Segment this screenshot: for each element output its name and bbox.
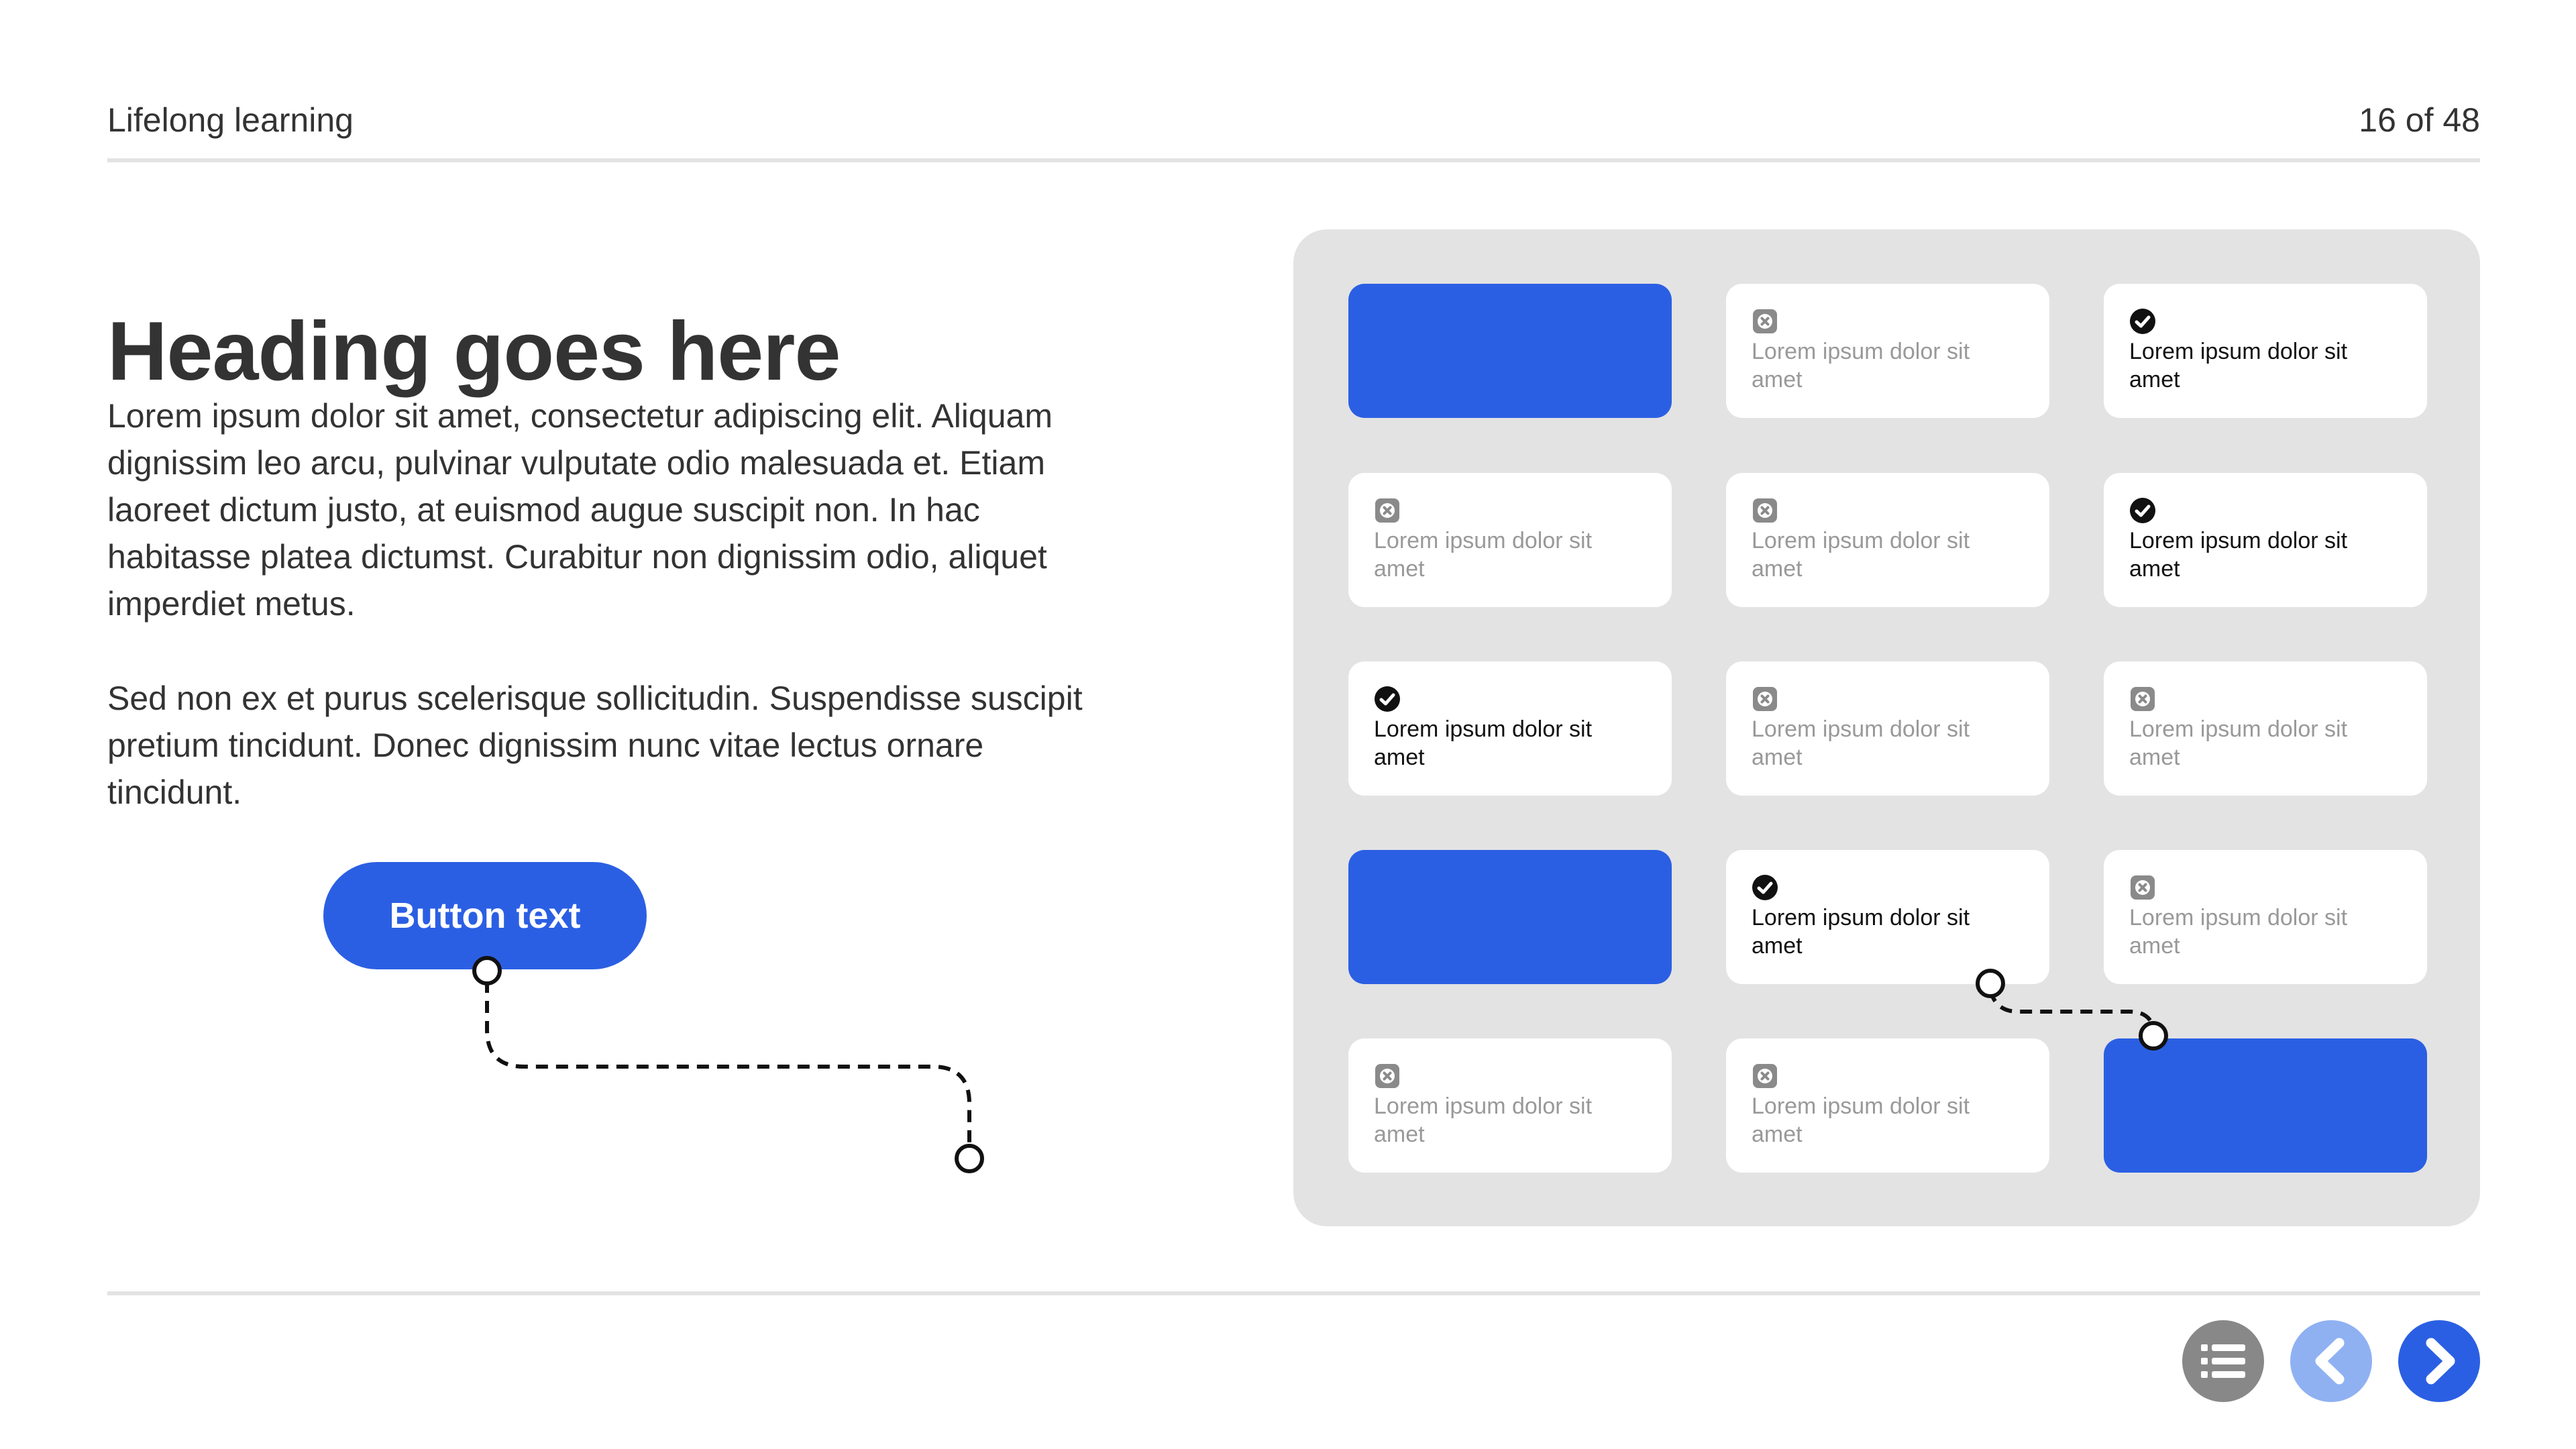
drop-target-tile[interactable] — [1348, 850, 1672, 984]
option-tile[interactable]: Lorem ipsum dolor sit amet — [2104, 473, 2427, 607]
check-circle-icon — [1374, 686, 1401, 712]
header-divider — [107, 158, 2480, 162]
chevron-right-icon — [2426, 1338, 2455, 1385]
check-circle-icon — [1752, 874, 1778, 901]
tile-label: Lorem ipsum dolor sit amet — [1752, 339, 1970, 392]
option-tile[interactable]: Lorem ipsum dolor sit amet — [2104, 661, 2427, 796]
option-tile[interactable]: Lorem ipsum dolor sit amet — [1348, 473, 1672, 607]
check-circle-icon — [2129, 308, 2156, 335]
option-tile[interactable]: Lorem ipsum dolor sit amet — [1726, 1038, 2049, 1173]
close-box-icon — [1374, 497, 1401, 524]
body-paragraph-2: Sed non ex et purus scelerisque sollicit… — [107, 680, 1083, 811]
footer-divider — [107, 1291, 2480, 1295]
close-box-icon — [1752, 1063, 1778, 1089]
close-box-icon — [2129, 874, 2156, 901]
tile-label: Lorem ipsum dolor sit amet — [1752, 1093, 1970, 1147]
tile-label: Lorem ipsum dolor sit amet — [2129, 905, 2348, 959]
page-heading: Heading goes here — [107, 305, 841, 398]
option-tile[interactable]: Lorem ipsum dolor sit amet — [1726, 473, 2049, 607]
primary-button[interactable]: Button text — [323, 862, 647, 969]
drop-target-tile[interactable] — [1348, 284, 1672, 418]
option-tile[interactable]: Lorem ipsum dolor sit amet — [2104, 284, 2427, 418]
check-circle-icon — [2129, 497, 2156, 524]
option-tile[interactable]: Lorem ipsum dolor sit amet — [1348, 1038, 1672, 1173]
menu-button[interactable] — [2182, 1320, 2264, 1402]
close-box-icon — [2129, 686, 2156, 712]
page-counter: 16 of 48 — [2359, 101, 2480, 139]
option-tile[interactable]: Lorem ipsum dolor sit amet — [2104, 850, 2427, 984]
chevron-left-icon — [2315, 1338, 2345, 1385]
tile-label: Lorem ipsum dolor sit amet — [1752, 528, 1970, 582]
tile-label: Lorem ipsum dolor sit amet — [1374, 716, 1593, 770]
close-box-icon — [1752, 686, 1778, 712]
connector-handle-end[interactable] — [955, 1144, 984, 1173]
tile-label: Lorem ipsum dolor sit amet — [2129, 528, 2348, 582]
close-box-icon — [1752, 497, 1778, 524]
option-tile[interactable]: Lorem ipsum dolor sit amet — [1726, 661, 2049, 796]
tile-label: Lorem ipsum dolor sit amet — [1752, 905, 1970, 959]
tile-label: Lorem ipsum dolor sit amet — [1752, 716, 1970, 770]
list-icon — [2201, 1344, 2245, 1378]
close-box-icon — [1374, 1063, 1401, 1089]
next-button[interactable] — [2398, 1320, 2480, 1402]
tile-label: Lorem ipsum dolor sit amet — [2129, 339, 2348, 392]
tile-label: Lorem ipsum dolor sit amet — [1374, 528, 1593, 582]
course-title: Lifelong learning — [107, 101, 354, 139]
previous-button[interactable] — [2290, 1320, 2372, 1402]
tile-label: Lorem ipsum dolor sit amet — [1374, 1093, 1593, 1147]
tile-label: Lorem ipsum dolor sit amet — [2129, 716, 2348, 770]
drop-target-tile[interactable] — [2104, 1038, 2427, 1173]
close-box-icon — [1752, 308, 1778, 335]
option-tile[interactable]: Lorem ipsum dolor sit amet — [1348, 661, 1672, 796]
option-tile[interactable]: Lorem ipsum dolor sit amet — [1726, 284, 2049, 418]
option-tile[interactable]: Lorem ipsum dolor sit amet — [1726, 850, 2049, 984]
body-paragraph-1: Lorem ipsum dolor sit amet, consectetur … — [107, 397, 1053, 623]
button-connector-path — [485, 981, 971, 1148]
